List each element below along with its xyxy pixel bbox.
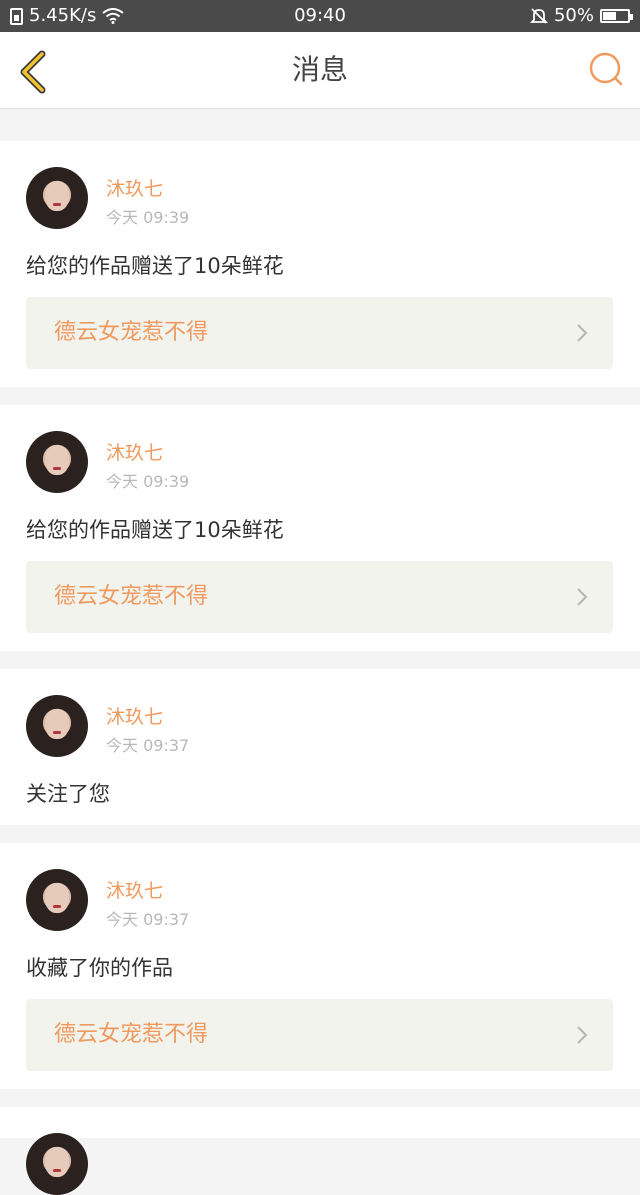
page-title: 消息 [291, 53, 348, 86]
work-link[interactable]: 德云女宠惹不得 [26, 297, 613, 369]
work-link[interactable]: 德云女宠惹不得 [26, 561, 613, 633]
username[interactable]: 沐玖七 [106, 174, 163, 201]
message-text: 关注了您 [26, 782, 110, 806]
message-text: 收藏了你的作品 [26, 956, 173, 980]
username[interactable]: 沐玖七 [106, 702, 163, 729]
message-card: 沐玖七 今天 09:37 关注了您 [0, 669, 640, 825]
message-text: 给您的作品赠送了10朵鲜花 [26, 518, 284, 542]
battery-level: 50% [553, 5, 594, 26]
message-card: 沐玖七 今天 09:37 收藏了你的作品 德云女宠惹不得 [0, 843, 640, 1089]
status-bar: 5.45K/s 09:40 50% [0, 0, 640, 32]
username[interactable]: 沐玖七 [106, 438, 163, 465]
timestamp: 今天 09:37 [106, 736, 190, 755]
message-card [0, 1107, 640, 1195]
avatar[interactable] [26, 167, 88, 229]
battery-icon [600, 9, 633, 23]
message-text: 给您的作品赠送了10朵鲜花 [26, 254, 284, 278]
timestamp: 今天 09:39 [106, 208, 190, 227]
work-title: 德云女宠惹不得 [54, 584, 209, 609]
username[interactable]: 沐玖七 [106, 876, 163, 903]
avatar[interactable] [26, 695, 88, 757]
chevron-right-icon [577, 588, 588, 606]
work-link[interactable]: 德云女宠惹不得 [26, 999, 613, 1071]
chevron-right-icon [577, 324, 588, 342]
bell-muted-icon [529, 8, 548, 24]
avatar[interactable] [26, 431, 88, 493]
message-card: 沐玖七 今天 09:39 给您的作品赠送了10朵鲜花 德云女宠惹不得 [0, 405, 640, 651]
message-card: 沐玖七 今天 09:39 给您的作品赠送了10朵鲜花 德云女宠惹不得 [0, 141, 640, 387]
search-icon [589, 52, 623, 86]
avatar[interactable] [26, 1133, 88, 1195]
chevron-right-icon [577, 1026, 588, 1044]
timestamp: 今天 09:37 [106, 910, 190, 929]
avatar[interactable] [26, 869, 88, 931]
status-right: 50% [529, 0, 633, 32]
search-button[interactable] [586, 50, 626, 90]
work-title: 德云女宠惹不得 [54, 1022, 209, 1047]
timestamp: 今天 09:39 [106, 472, 190, 491]
header-bar: 消息 [0, 32, 640, 109]
work-title: 德云女宠惹不得 [54, 320, 209, 345]
